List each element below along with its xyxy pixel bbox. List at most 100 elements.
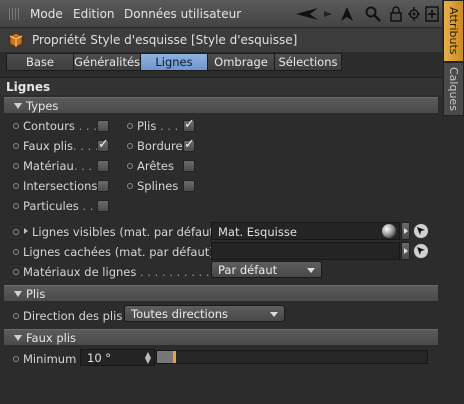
label-leader: . . . bbox=[74, 119, 97, 133]
animation-dot-icon[interactable] bbox=[13, 229, 19, 235]
lock-icon[interactable] bbox=[387, 4, 405, 24]
param-label-text: Matériaux de lignes bbox=[23, 265, 137, 279]
chevron-down-icon bbox=[270, 312, 278, 317]
attribute-manager: Mode Edition Données utilisateur Proprié… bbox=[0, 0, 464, 404]
collapse-triangle-icon bbox=[14, 291, 22, 297]
grip-handle-icon[interactable] bbox=[9, 8, 19, 20]
param-label-plis: Plis . . . bbox=[137, 119, 178, 133]
param-label-fold-direction: Direction des plis bbox=[23, 309, 123, 323]
minimum-number-field[interactable]: 10 ° ▲ ▼ bbox=[80, 349, 155, 366]
checkmark-icon: ✓ bbox=[98, 137, 109, 152]
param-label-intersections: Intersections bbox=[23, 179, 98, 193]
param-label-aretes: Arêtes bbox=[137, 159, 174, 173]
param-label-line-materials: Matériaux de lignes . . . . . . . . . . … bbox=[23, 265, 231, 279]
back-arrow-icon[interactable] bbox=[294, 4, 320, 24]
param-label-hidden-lines: Lignes cachées (mat. par défaut) bbox=[23, 245, 214, 259]
param-label-faux-plis: Faux plis. . . . bbox=[23, 139, 99, 153]
checkmark-icon: ✓ bbox=[184, 137, 195, 152]
settings-icon[interactable] bbox=[405, 4, 423, 24]
tab-lignes[interactable]: Lignes bbox=[140, 53, 208, 71]
sketch-style-tag-icon bbox=[8, 32, 24, 48]
animation-dot-icon[interactable] bbox=[13, 203, 19, 209]
menu-user-data[interactable]: Données utilisateur bbox=[124, 7, 241, 21]
new-panel-icon[interactable] bbox=[423, 4, 441, 24]
menu-edition[interactable]: Edition bbox=[73, 7, 115, 21]
minimum-slider[interactable] bbox=[156, 350, 428, 364]
animation-dot-icon[interactable] bbox=[127, 183, 133, 189]
checkbox-splines[interactable] bbox=[183, 180, 195, 192]
checkbox-particules[interactable] bbox=[97, 200, 109, 212]
material-preview-icon bbox=[382, 224, 396, 238]
param-label-bordure: Bordure bbox=[137, 139, 183, 153]
animation-dot-icon[interactable] bbox=[13, 143, 19, 149]
link-menu-button[interactable] bbox=[401, 222, 410, 240]
group-plis-title: Plis bbox=[26, 287, 46, 301]
param-label-contours: Contours . . . bbox=[23, 119, 97, 133]
tab-selections[interactable]: Sélections bbox=[274, 53, 342, 71]
animation-dot-icon[interactable] bbox=[127, 143, 133, 149]
tab-bar: Base Généralités Lignes Ombrage Sélectio… bbox=[6, 53, 342, 71]
group-types-header[interactable]: Types bbox=[4, 97, 438, 113]
hidden-lines-link-field[interactable] bbox=[211, 242, 400, 260]
line-materials-dropdown[interactable]: Par défaut bbox=[211, 261, 322, 278]
checkbox-materiau[interactable] bbox=[97, 160, 109, 172]
checkmark-icon: ✓ bbox=[184, 117, 195, 132]
section-title: Lignes bbox=[0, 77, 442, 95]
label-leader: . . . bbox=[156, 119, 179, 133]
animation-dot-icon[interactable] bbox=[13, 356, 19, 362]
slider-knob[interactable] bbox=[173, 351, 176, 363]
minimum-value: 10 ° bbox=[87, 351, 112, 365]
side-tab-layers[interactable]: Calques bbox=[443, 62, 464, 116]
fold-direction-dropdown[interactable]: Toutes directions bbox=[124, 305, 285, 322]
picker-arrow-icon[interactable] bbox=[413, 243, 429, 259]
collapse-triangle-icon bbox=[14, 335, 22, 341]
animation-dot-icon[interactable] bbox=[13, 249, 19, 255]
animation-dot-icon[interactable] bbox=[13, 183, 19, 189]
up-arrow-icon[interactable] bbox=[338, 4, 356, 24]
animation-dot-icon[interactable] bbox=[127, 123, 133, 129]
tab-ombrage[interactable]: Ombrage bbox=[207, 53, 275, 71]
link-menu-button[interactable] bbox=[401, 242, 410, 260]
animation-dot-icon[interactable] bbox=[127, 163, 133, 169]
dropdown-value: Par défaut bbox=[218, 263, 278, 277]
param-label-text: Particules bbox=[23, 199, 79, 213]
param-label-visible-lines: Lignes visibles (mat. par défaut) bbox=[32, 225, 219, 239]
object-title: Propriété Style d'esquisse [Style d'esqu… bbox=[32, 33, 298, 47]
animation-dot-icon[interactable] bbox=[13, 269, 19, 275]
stepper-arrows-icon[interactable]: ▲ ▼ bbox=[145, 351, 151, 365]
checkbox-intersections[interactable] bbox=[97, 180, 109, 192]
animation-dot-icon[interactable] bbox=[13, 123, 19, 129]
group-faux-plis-title: Faux plis bbox=[26, 331, 77, 345]
checkbox-aretes[interactable] bbox=[183, 160, 195, 172]
forward-arrow-icon[interactable] bbox=[319, 4, 337, 24]
picker-arrow-icon[interactable] bbox=[413, 223, 429, 239]
param-label-text: Faux plis bbox=[23, 139, 74, 153]
param-label-text: Matériau bbox=[23, 159, 74, 173]
param-label-materiau: Matériau. . . . bbox=[23, 159, 99, 173]
expand-triangle-icon[interactable] bbox=[24, 228, 28, 234]
param-label-splines: Splines bbox=[137, 179, 179, 193]
animation-dot-icon[interactable] bbox=[13, 163, 19, 169]
search-icon[interactable] bbox=[364, 4, 382, 24]
tab-generalites[interactable]: Généralités bbox=[73, 53, 141, 71]
side-tab-label: Calques bbox=[447, 67, 460, 111]
side-tab-label: Attributs bbox=[447, 7, 460, 55]
label-leader: . . . . bbox=[73, 159, 100, 173]
dropdown-value: Toutes directions bbox=[131, 307, 229, 321]
tab-base[interactable]: Base bbox=[6, 53, 74, 71]
animation-dot-icon[interactable] bbox=[13, 313, 19, 319]
label-leader: . . . . bbox=[73, 139, 99, 153]
chevron-down-icon bbox=[307, 268, 315, 273]
param-label-particules: Particules . . . bbox=[23, 199, 101, 213]
side-tab-attributes[interactable]: Attributs bbox=[443, 0, 464, 62]
slider-fill bbox=[157, 351, 173, 363]
param-label-text: Plis bbox=[137, 119, 157, 133]
group-faux-plis-header[interactable]: Faux plis bbox=[4, 329, 438, 345]
group-types-title: Types bbox=[26, 99, 59, 113]
checkbox-contours[interactable] bbox=[97, 120, 109, 132]
visible-lines-link-field[interactable]: Mat. Esquisse bbox=[211, 222, 400, 240]
param-label-text: Contours bbox=[23, 119, 75, 133]
menu-mode[interactable]: Mode bbox=[30, 7, 63, 21]
param-label-minimum: Minimum bbox=[23, 352, 77, 366]
group-plis-header[interactable]: Plis bbox=[4, 285, 438, 301]
